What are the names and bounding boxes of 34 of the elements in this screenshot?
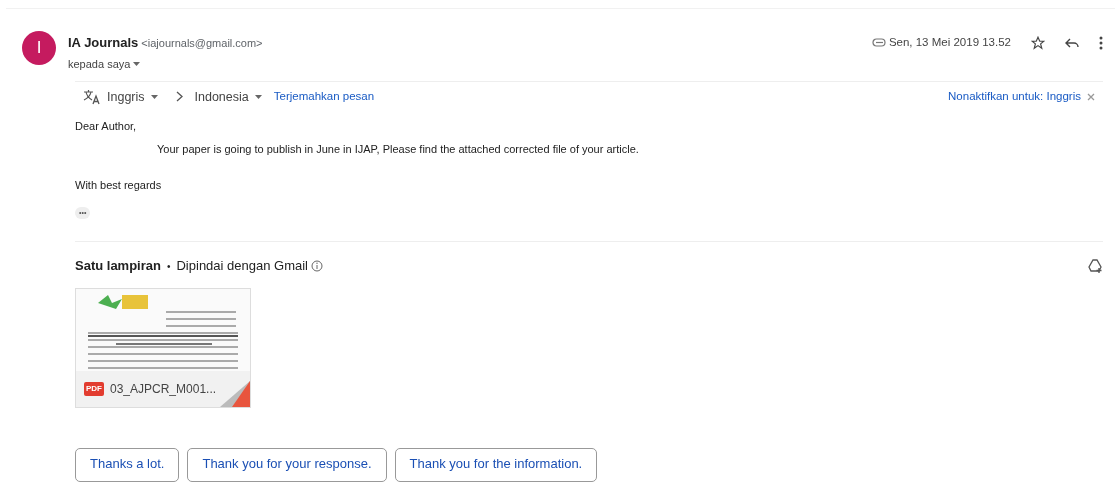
scan-note: Dipindai dengan Gmail	[176, 257, 308, 276]
reply-button[interactable]	[1065, 36, 1079, 49]
avatar: I	[22, 31, 56, 65]
page-corner-icon	[220, 380, 250, 407]
caret-icon	[150, 94, 158, 99]
message-text: Your paper is going to publish in June in IJAP, Please find the attached corrected file of your article.	[157, 141, 640, 157]
smart-reply-button[interactable]: Thank you for your response.	[187, 447, 387, 483]
star-button[interactable]	[1031, 35, 1045, 50]
caret-icon	[254, 94, 262, 99]
source-language-dropdown[interactable]: Inggris	[107, 87, 158, 107]
add-to-drive-icon[interactable]	[1088, 259, 1103, 273]
chevron-right-icon	[175, 91, 183, 103]
attachment-card[interactable]: PDF 03_AJPCR_M001...	[75, 287, 251, 408]
info-icon	[311, 260, 323, 272]
translate-icon	[83, 88, 101, 105]
separator-dot: •	[166, 259, 171, 274]
attachment-icon	[871, 38, 886, 48]
disable-translation-link[interactable]: Nonaktifkan untuk: Inggris	[948, 88, 1081, 106]
closing-text: With best regards	[75, 178, 163, 194]
close-button[interactable]	[1087, 92, 1095, 101]
more-options-button[interactable]	[1099, 35, 1103, 50]
recipient-dropdown[interactable]: kepada saya	[68, 55, 141, 72]
attachment-count: Satu lampiran	[75, 257, 161, 276]
greeting-text: Dear Author,	[75, 119, 138, 135]
sender-email: <iajournals@gmail.com>	[141, 35, 263, 51]
target-language-dropdown[interactable]: Indonesia	[194, 87, 262, 107]
date-time: Sen, 13 Mei 2019 13.52	[888, 35, 1011, 51]
sender-name: IA Journals	[68, 34, 139, 52]
translate-link[interactable]: Terjemahkan pesan	[273, 88, 375, 106]
smart-reply-button[interactable]: Thank you for the information.	[394, 447, 598, 483]
caret-icon	[133, 61, 141, 66]
smart-reply-button[interactable]: Thanks a lot.	[75, 447, 180, 483]
file-name: 03_AJPCR_M001...	[110, 380, 217, 398]
pdf-icon: PDF	[84, 381, 104, 396]
